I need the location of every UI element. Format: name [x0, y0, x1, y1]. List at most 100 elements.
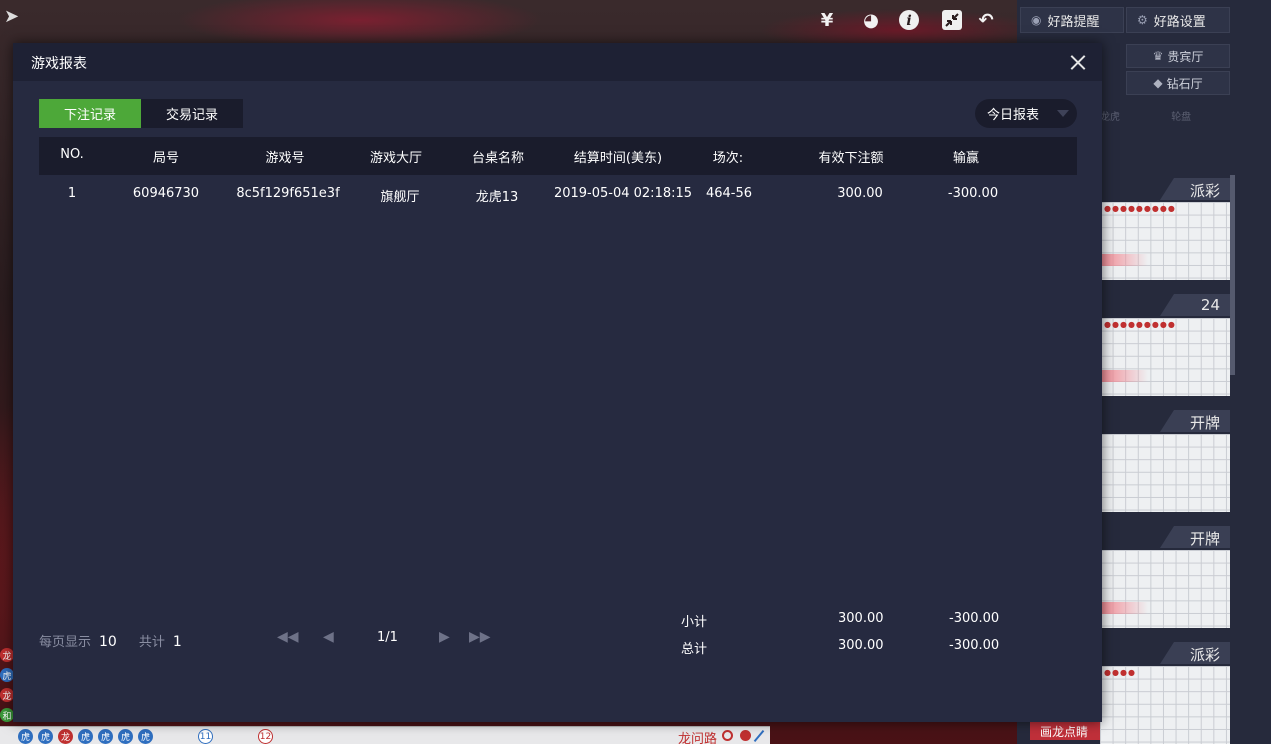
road-number-label: 12 [259, 731, 272, 742]
road-card-label: 派彩 [1189, 646, 1220, 664]
diamond-hall-button[interactable]: ◆ 钻石厅 [1126, 71, 1230, 95]
faded-tab-roulette[interactable]: 轮盘 [1171, 112, 1191, 123]
column-header: 局号 [152, 151, 180, 166]
per-page-value[interactable]: 10 [99, 634, 117, 650]
modal-title: 游戏报表 [31, 56, 87, 72]
road-card-label: 开牌 [1189, 414, 1220, 432]
crown-icon: ♛ [1152, 49, 1164, 63]
pagination-info: 每页显示 10 共计 1 [39, 631, 182, 650]
right-panel-scrollbar[interactable] [1230, 175, 1235, 375]
subtotal-label: 小计 [681, 615, 708, 630]
faded-tab-dragon-tiger[interactable]: 龙虎 [1100, 112, 1120, 123]
road-card[interactable]: 24 ●●●●●●●●● [1100, 292, 1230, 396]
dragon-ask-road-label[interactable]: 龙问路 [678, 728, 717, 744]
tab-transaction-records[interactable]: 交易记录 [141, 99, 243, 128]
column-header: 游戏号 [265, 151, 305, 166]
subtotal-bet: 300.00 [838, 611, 884, 626]
left-road-tie: 和 [0, 708, 14, 722]
left-road-dragon: 龙 [0, 688, 14, 702]
road-card-label: 派彩 [1189, 182, 1220, 200]
report-period-label: 今日报表 [987, 108, 1040, 123]
road-grid: ●●●● [1100, 666, 1230, 744]
road-card-label: 24 [1200, 296, 1220, 314]
road-number-circle: 11 [198, 729, 213, 744]
road-grid: ●●●●●●●●● [1100, 318, 1230, 396]
road-card[interactable]: 开牌 [1100, 408, 1230, 512]
road-grid: ●●●●●●●●● [1100, 202, 1230, 280]
road-circle-tiger: 虎 [138, 729, 153, 744]
info-icon[interactable]: i [897, 8, 921, 32]
road-circle-tiger: 虎 [18, 729, 33, 744]
column-header: 场次: [712, 151, 744, 166]
column-header: NO. [60, 147, 84, 162]
total-label: 共计 [138, 635, 165, 650]
cell-game-id: 8c5f129f651e3f [236, 186, 340, 201]
close-icon[interactable] [1068, 52, 1088, 72]
per-page-label: 每页显示 [39, 635, 92, 650]
road-number-label: 11 [199, 731, 212, 742]
left-road-label: 虎 [2, 671, 12, 682]
road-card-header: 派彩 [1100, 176, 1230, 202]
chip-icon[interactable]: ◕ [859, 8, 883, 32]
road-circle-label: 虎 [100, 733, 110, 743]
cell-round: 60946730 [132, 186, 200, 201]
road-card-header: 24 [1100, 292, 1230, 318]
currency-icon[interactable]: ¥ [815, 8, 839, 32]
svg-text:i: i [906, 13, 911, 29]
road-card[interactable]: 开牌 [1100, 524, 1230, 628]
chevron-down-icon [1057, 110, 1069, 117]
draw-dragon-label: 画龙点睛 [1040, 724, 1089, 739]
road-card-label: 开牌 [1189, 530, 1220, 548]
road-card[interactable]: 派彩 ●●●● [1100, 640, 1230, 744]
first-page-icon[interactable]: ◀◀ [277, 629, 299, 645]
hollow-circle-icon [722, 730, 733, 741]
bottom-road-strip: 虎 虎 龙 虎 虎 虎 虎 11 12 龙问路 [0, 726, 770, 744]
diamond-hall-label: 钻石厅 [1166, 76, 1203, 91]
back-arrow-icon[interactable]: ➤ [4, 6, 19, 27]
road-circle-tiger: 虎 [118, 729, 133, 744]
faded-tabs: 龙虎 轮盘 [1100, 108, 1191, 123]
pager: ◀◀ ◀ 1/1 ▶ ▶▶ [277, 629, 507, 649]
column-header: 输赢 [952, 151, 980, 166]
total-win-loss: -300.00 [949, 638, 1000, 653]
cell-win-loss: -300.00 [947, 186, 999, 201]
table-row[interactable]: 1 60946730 8c5f129f651e3f 旗舰厅 龙虎13 2019-… [39, 181, 1077, 207]
last-page-icon[interactable]: ▶▶ [469, 629, 491, 645]
diamond-icon: ◆ [1153, 76, 1163, 90]
report-period-select[interactable]: 今日报表 [975, 99, 1077, 128]
modal-header: 游戏报表 [13, 43, 1102, 81]
subtotal-win-loss: -300.00 [949, 611, 1000, 626]
road-circle-tiger: 虎 [78, 729, 93, 744]
next-page-icon[interactable]: ▶ [439, 629, 450, 645]
return-icon[interactable]: ↶ [974, 8, 998, 32]
road-circle-label: 虎 [40, 733, 50, 743]
total-bet: 300.00 [838, 638, 884, 653]
road-number-circle: 12 [258, 729, 273, 744]
cell-no: 1 [67, 186, 77, 201]
road-grid [1100, 434, 1230, 512]
left-road-tiger: 虎 [0, 668, 14, 682]
report-tabs: 下注记录 交易记录 [39, 99, 243, 128]
good-road-settings-button[interactable]: ⚙ 好路设置 [1126, 7, 1230, 33]
prev-page-icon[interactable]: ◀ [323, 629, 334, 645]
good-road-reminder-button[interactable]: ◉ 好路提醒 [1020, 7, 1124, 33]
left-road-label: 龙 [2, 651, 12, 662]
road-card[interactable]: 派彩 ●●●●●●●●● [1100, 176, 1230, 280]
road-circle-tiger: 虎 [98, 729, 113, 744]
table-header: NO. 局号 游戏号 游戏大厅 台桌名称 结算时间(美东) 场次: 有效下注额 … [39, 137, 1077, 175]
road-circle-label: 虎 [120, 733, 130, 743]
road-highlight [1100, 602, 1148, 614]
road-circle-label: 虎 [140, 733, 150, 743]
cell-valid-bet: 300.00 [837, 186, 883, 201]
medal-icon: ◉ [1031, 13, 1042, 27]
slash-icon [753, 729, 765, 743]
column-header: 结算时间(美东) [573, 151, 663, 166]
fullscreen-exit-icon[interactable] [940, 8, 964, 32]
solid-circle-icon [740, 730, 751, 741]
draw-dragon-button[interactable]: 画龙点睛 [1030, 722, 1100, 740]
tab-bet-records[interactable]: 下注记录 [39, 99, 141, 128]
vip-hall-button[interactable]: ♛ 贵宾厅 [1126, 44, 1230, 68]
vip-hall-label: 贵宾厅 [1167, 49, 1204, 64]
road-dots: ●●●●●●●●● [1104, 204, 1176, 213]
road-circle-label: 虎 [80, 733, 90, 743]
